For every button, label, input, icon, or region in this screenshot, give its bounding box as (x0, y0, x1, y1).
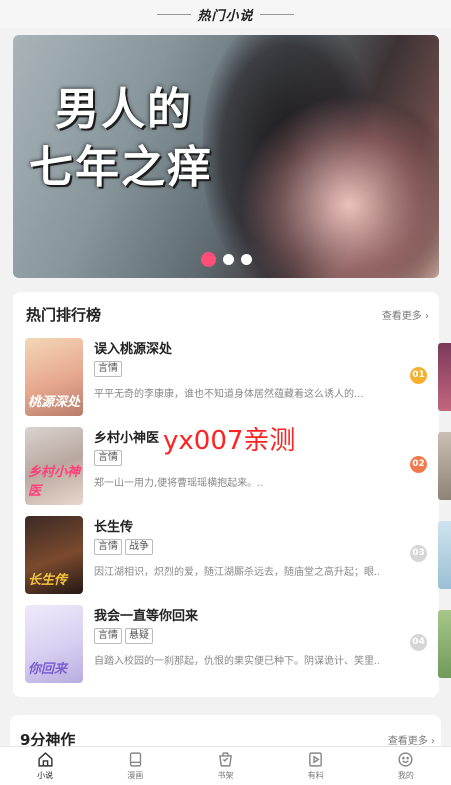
tab-trending[interactable]: 有料 (271, 747, 361, 785)
view-more-link[interactable]: 查看更多 › (388, 732, 435, 747)
rank-badge: 01 (410, 367, 427, 384)
carousel-indicator (13, 252, 439, 267)
header-divider-right (259, 13, 294, 15)
play-icon (309, 752, 323, 767)
novel-list-item[interactable]: 长生传 长生传 言情 战争 因江湖相识，炽烈的爱，随江湖厮杀远去，随庙堂之高升起… (25, 516, 451, 594)
novel-list-item[interactable]: 你回来 我会一直等你回来 言情 悬疑 自踏入校园的一刹那起，仇恨的果实便已种下。… (25, 605, 451, 683)
rank-badge: 04 (410, 634, 427, 651)
cover-text: 乡村小神医 (28, 465, 81, 499)
genre-tag: 言情 (94, 539, 122, 555)
tab-label: 有料 (307, 771, 324, 780)
rank-badge: 03 (410, 545, 427, 562)
genre-tag: 言情 (94, 361, 122, 377)
hot-ranking-section: 热门排行榜 查看更多 › 桃源深处 误入桃源深处 言情 平平无奇的李康康，谁也不… (13, 292, 451, 697)
novel-list-item[interactable]: 桃源深处 误入桃源深处 言情 平平无奇的李康康，谁也不知道身体居然蕴藏着这么诱人… (25, 338, 451, 416)
cover-text: 长生传 (28, 573, 68, 588)
section-title: 热门排行榜 (26, 306, 102, 324)
carousel-dot[interactable] (240, 254, 252, 265)
next-cover-peek[interactable] (438, 610, 451, 678)
novel-description: 因江湖相识，炽烈的爱，随江湖厮杀远去，随庙堂之高升起；眼... (94, 567, 379, 578)
page-title: 热门小说 (197, 8, 254, 24)
banner-title-line1: 男人的 (55, 84, 193, 135)
next-cover-peek[interactable] (438, 343, 451, 411)
tab-label: 小说 (37, 771, 54, 780)
tab-comics[interactable]: 漫画 (90, 747, 180, 785)
novel-cover[interactable]: 长生传 (25, 516, 83, 594)
bottom-tab-bar: 小说 漫画 书架 有料 我的 (0, 746, 451, 785)
novel-cover[interactable]: 你回来 (25, 605, 83, 683)
novel-cover[interactable]: 乡村小神医 (25, 427, 83, 505)
genre-tag: 言情 (94, 628, 122, 644)
tab-label: 漫画 (127, 771, 144, 780)
next-cover-peek[interactable] (438, 432, 451, 500)
smile-icon (398, 752, 413, 767)
novel-title[interactable]: 误入桃源深处 (94, 340, 394, 360)
genre-tag: 言情 (94, 450, 122, 466)
app-header: 热门小说 (0, 0, 451, 28)
novel-title[interactable]: 长生传 (94, 518, 394, 538)
carousel-dot-active[interactable] (200, 252, 216, 267)
novel-description: 郑一山一用力,便将曹瑶瑶横抱起来。.. (94, 478, 264, 489)
view-more-link[interactable]: 查看更多 › (382, 307, 429, 322)
banner-title-line2: 七年之痒 (29, 142, 213, 193)
header-divider-left (157, 13, 192, 15)
cover-text: 你回来 (28, 662, 68, 677)
novel-description: 平平无奇的李康康，谁也不知道身体居然蕴藏着这么诱人的... (94, 389, 364, 400)
tab-label: 书架 (217, 771, 234, 780)
genre-tag: 战争 (125, 539, 153, 555)
next-cover-peek[interactable] (438, 521, 451, 589)
tab-bookshelf[interactable]: 书架 (180, 747, 270, 785)
genre-tag: 悬疑 (125, 628, 153, 644)
novel-description: 自踏入校园的一刹那起，仇恨的果实便已种下。阴谋诡计、笑里... (94, 656, 379, 667)
tab-profile[interactable]: 我的 (361, 747, 451, 785)
cover-text: 桃源深处 (28, 395, 81, 410)
book-icon (129, 752, 141, 767)
tab-novel[interactable]: 小说 (0, 747, 90, 785)
novel-cover[interactable]: 桃源深处 (25, 338, 83, 416)
carousel-dot[interactable] (222, 254, 234, 265)
rank-badge: 02 (410, 456, 427, 473)
bookshelf-icon (219, 752, 232, 767)
tab-label: 我的 (397, 771, 414, 780)
watermark-text: yx007亲测 (163, 426, 296, 456)
novel-title[interactable]: 我会一直等你回来 (94, 607, 394, 627)
promo-banner[interactable]: 男人的 七年之痒 (13, 35, 439, 278)
home-icon (38, 752, 53, 767)
